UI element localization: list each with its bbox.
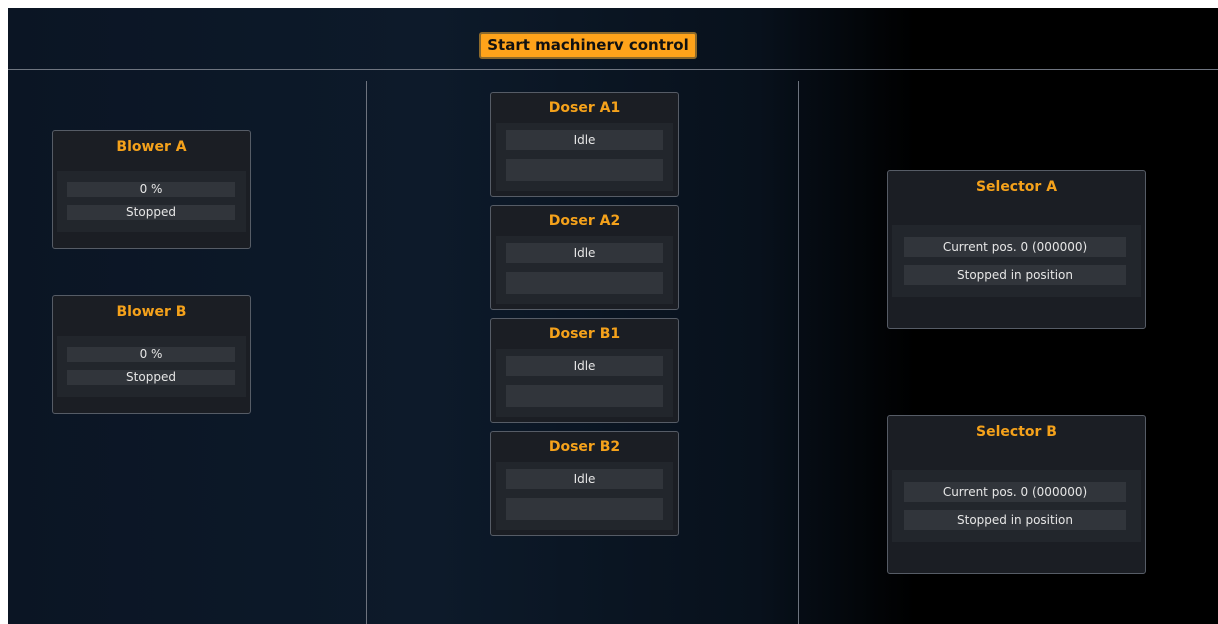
- doser-a2-panel: Doser A2 Idle: [490, 205, 679, 310]
- selector-a-panel: Selector A Current pos. 0 (000000) Stopp…: [887, 170, 1146, 329]
- blower-a-status: Stopped: [67, 205, 235, 220]
- doser-a1-panel: Doser A1 Idle: [490, 92, 679, 197]
- column-divider-right: [798, 81, 799, 624]
- blower-a-panel: Blower A 0 % Stopped: [52, 130, 251, 249]
- doser-a2-status: Idle: [506, 243, 663, 263]
- selector-a-title: Selector A: [975, 179, 1058, 195]
- doser-b2-title: Doser B2: [548, 439, 621, 455]
- doser-b2-status: Idle: [506, 469, 663, 489]
- blower-a-body: 0 % Stopped: [57, 171, 246, 232]
- selector-b-status: Stopped in position: [904, 510, 1126, 530]
- selector-a-position: Current pos. 0 (000000): [904, 237, 1126, 257]
- blower-a-title: Blower A: [116, 139, 187, 155]
- selector-a-status: Stopped in position: [904, 265, 1126, 285]
- selector-b-position: Current pos. 0 (000000): [904, 482, 1126, 502]
- start-machinery-control-button[interactable]: Start machinerv control: [479, 32, 697, 59]
- doser-b1-title: Doser B1: [548, 326, 621, 342]
- blower-b-speed: 0 %: [67, 347, 235, 362]
- doser-a2-body: Idle: [496, 236, 673, 304]
- doser-b1-panel: Doser B1 Idle: [490, 318, 679, 423]
- blower-b-body: 0 % Stopped: [57, 336, 246, 397]
- column-divider-left: [366, 81, 367, 624]
- blower-b-panel: Blower B 0 % Stopped: [52, 295, 251, 414]
- selector-b-body: Current pos. 0 (000000) Stopped in posit…: [892, 470, 1141, 542]
- machinery-dashboard: Start machinerv control Blower A 0 % Sto…: [8, 8, 1218, 624]
- doser-b2-detail: [506, 498, 663, 520]
- blower-b-status: Stopped: [67, 370, 235, 385]
- top-bar: Start machinerv control: [8, 8, 1218, 70]
- selector-a-body: Current pos. 0 (000000) Stopped in posit…: [892, 225, 1141, 297]
- doser-b2-panel: Doser B2 Idle: [490, 431, 679, 536]
- doser-a1-body: Idle: [496, 123, 673, 191]
- blower-b-title: Blower B: [116, 304, 187, 320]
- doser-a2-detail: [506, 272, 663, 294]
- doser-b2-body: Idle: [496, 462, 673, 530]
- doser-b1-detail: [506, 385, 663, 407]
- doser-a1-status: Idle: [506, 130, 663, 150]
- blower-a-speed: 0 %: [67, 182, 235, 197]
- selector-b-title: Selector B: [976, 424, 1057, 440]
- doser-b1-status: Idle: [506, 356, 663, 376]
- doser-b1-body: Idle: [496, 349, 673, 417]
- doser-a1-detail: [506, 159, 663, 181]
- doser-a1-title: Doser A1: [548, 100, 621, 116]
- selector-b-panel: Selector B Current pos. 0 (000000) Stopp…: [887, 415, 1146, 574]
- doser-a2-title: Doser A2: [548, 213, 621, 229]
